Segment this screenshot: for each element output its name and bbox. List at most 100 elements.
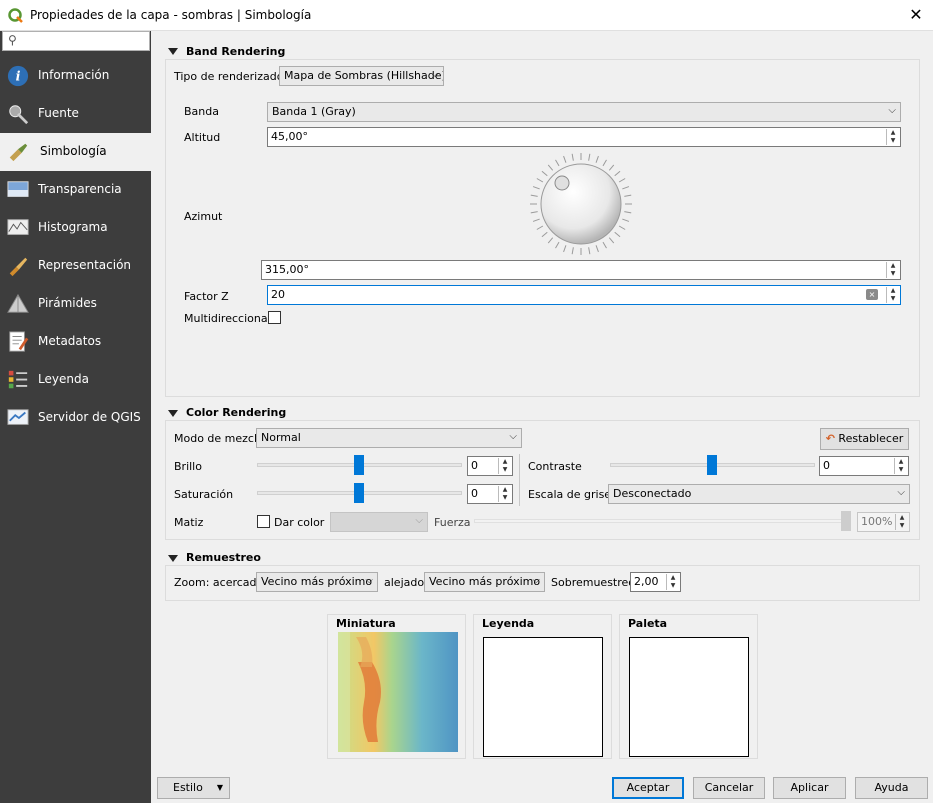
sidebar-item-fuente[interactable]: Fuente	[0, 95, 151, 133]
chevron-down-icon: ⌵	[532, 575, 540, 586]
dial-tick	[614, 231, 621, 238]
dial-tick	[602, 159, 607, 167]
ok-button[interactable]: Aceptar	[612, 777, 684, 799]
chevron-down-icon: ⌵	[431, 69, 439, 80]
sidebar-item-label: Fuente	[38, 106, 79, 120]
grayscale-label: Escala de grises	[528, 488, 617, 501]
collapse-resampling-icon[interactable]	[168, 555, 178, 562]
contrast-value: 0	[823, 459, 830, 472]
sidebar-item-label: Representación	[38, 258, 132, 272]
zfactor-spinbox[interactable]: 20 × ▲ ▼	[267, 285, 901, 305]
blend-mode-value: Normal	[261, 431, 301, 444]
legend-icon	[8, 370, 28, 389]
colorize-color-button[interactable]: ⌵	[330, 512, 428, 532]
close-button[interactable]: ✕	[904, 4, 928, 26]
spin-arrows-icon[interactable]: ▲ ▼	[886, 129, 899, 145]
contrast-slider-handle[interactable]	[707, 455, 717, 475]
collapse-band-rendering-icon[interactable]	[168, 48, 178, 55]
spin-arrows-icon[interactable]: ▲ ▼	[498, 458, 511, 474]
brightness-slider-handle[interactable]	[354, 455, 364, 475]
search-input[interactable]: ⚲	[2, 31, 150, 51]
reset-button[interactable]: ↶ Restablecer	[820, 428, 909, 450]
strength-slider[interactable]	[474, 519, 844, 523]
title-bar: Propiedades de la capa - sombras | Simbo…	[0, 0, 933, 31]
sidebar-item-transparencia[interactable]: Transparencia	[0, 171, 151, 209]
clear-icon[interactable]: ×	[866, 289, 878, 300]
contrast-spinbox[interactable]: 0 ▲ ▼	[819, 456, 909, 476]
dial-tick	[595, 155, 599, 163]
sidebar-item-metadatos[interactable]: Metadatos	[0, 323, 151, 361]
spin-arrows-icon[interactable]: ▲ ▼	[894, 458, 907, 474]
altitude-label: Altitud	[184, 131, 221, 144]
rendering-icon	[9, 257, 28, 277]
sidebar-item-label: Histograma	[38, 220, 108, 234]
thumbnail-panel: Miniatura	[327, 614, 466, 759]
style-button[interactable]: Estilo ▼	[157, 777, 230, 799]
sidebar-item-label: Leyenda	[38, 372, 89, 386]
sidebar-item-histograma[interactable]: Histograma	[0, 209, 151, 247]
grayscale-combo[interactable]: Desconectado ⌵	[608, 484, 910, 504]
strength-spinbox[interactable]: 100% ▲ ▼	[857, 512, 910, 532]
reset-button-label: Restablecer	[838, 432, 904, 445]
palette-preview-box	[629, 637, 749, 757]
dial-tick	[602, 241, 607, 249]
cancel-button[interactable]: Cancelar	[693, 777, 765, 799]
spin-arrows-icon[interactable]: ▲ ▼	[895, 514, 908, 530]
azimuth-spinbox[interactable]: 315,00° ▲ ▼	[261, 260, 901, 280]
sidebar-item-label: Servidor de QGIS	[38, 410, 141, 424]
saturation-spinbox[interactable]: 0 ▲ ▼	[467, 484, 513, 504]
spin-arrows-icon[interactable]: ▲ ▼	[498, 486, 511, 502]
band-value: Banda 1 (Gray)	[272, 105, 356, 118]
sidebar-item-piramides[interactable]: Pirámides	[0, 285, 151, 323]
azimuth-label: Azimut	[184, 210, 223, 223]
sidebar-item-representacion[interactable]: Representación	[0, 247, 151, 285]
server-icon	[7, 409, 29, 425]
saturation-label: Saturación	[174, 488, 234, 501]
azimuth-dial[interactable]	[527, 150, 635, 258]
sidebar-item-label: Pirámides	[38, 296, 97, 310]
renderer-type-label: Tipo de renderizador	[174, 70, 288, 83]
colorize-checkbox[interactable]	[257, 515, 270, 528]
renderer-type-combo[interactable]: Mapa de Sombras (Hillshade) ⌵	[279, 66, 444, 86]
transparency-icon	[7, 181, 29, 197]
strength-label: Fuerza	[434, 516, 471, 529]
dial-tick	[618, 178, 626, 183]
zoom-out-value: Vecino más próximo	[429, 575, 541, 588]
grayscale-value: Desconectado	[613, 487, 692, 500]
chevron-down-icon: ⌵	[365, 575, 373, 586]
dial-tick	[614, 170, 621, 177]
brightness-spinbox[interactable]: 0 ▲ ▼	[467, 456, 513, 476]
strength-slider-handle[interactable]	[841, 511, 851, 531]
multidirectional-checkbox[interactable]	[268, 311, 281, 324]
chevron-down-icon: ⌵	[415, 515, 423, 526]
dial-tick	[547, 237, 554, 244]
saturation-slider-handle[interactable]	[354, 483, 364, 503]
spin-arrows-icon[interactable]: ▲ ▼	[886, 262, 899, 278]
dial-tick	[536, 225, 544, 230]
collapse-color-rendering-icon[interactable]	[168, 410, 178, 417]
blend-mode-combo[interactable]: Normal ⌵	[256, 428, 522, 448]
sidebar-item-leyenda[interactable]: Leyenda	[0, 361, 151, 399]
sidebar-item-servidor[interactable]: Servidor de QGIS	[0, 399, 151, 437]
apply-button[interactable]: Aplicar	[773, 777, 846, 799]
zoom-in-value: Vecino más próximo	[261, 575, 373, 588]
spin-arrows-icon[interactable]: ▲ ▼	[886, 287, 899, 303]
oversampling-spinbox[interactable]: 2,00 ▲ ▼	[630, 572, 681, 592]
chevron-down-icon: ⌵	[888, 105, 896, 116]
zoom-out-combo[interactable]: Vecino más próximo ⌵	[424, 572, 545, 592]
spin-arrows-icon[interactable]: ▲ ▼	[666, 574, 679, 590]
sidebar-item-simbologia[interactable]: Simbología	[0, 133, 151, 171]
altitude-spinbox[interactable]: 45,00° ▲ ▼	[267, 127, 901, 147]
brightness-label: Brillo	[174, 460, 202, 473]
band-combo[interactable]: Banda 1 (Gray) ⌵	[267, 102, 901, 122]
sidebar: ⚲ i Información Fuente Simbología Transp…	[0, 31, 151, 803]
zoom-in-combo[interactable]: Vecino más próximo ⌵	[256, 572, 378, 592]
chevron-down-icon: ⌵	[509, 431, 517, 442]
dial-tick	[555, 159, 560, 167]
dial-tick	[532, 186, 540, 190]
dial-tick	[532, 218, 540, 222]
thumbnail-title: Miniatura	[336, 617, 396, 630]
sidebar-item-informacion[interactable]: i Información	[0, 57, 151, 95]
azimuth-value: 315,00°	[265, 263, 309, 276]
help-button[interactable]: Ayuda	[855, 777, 928, 799]
